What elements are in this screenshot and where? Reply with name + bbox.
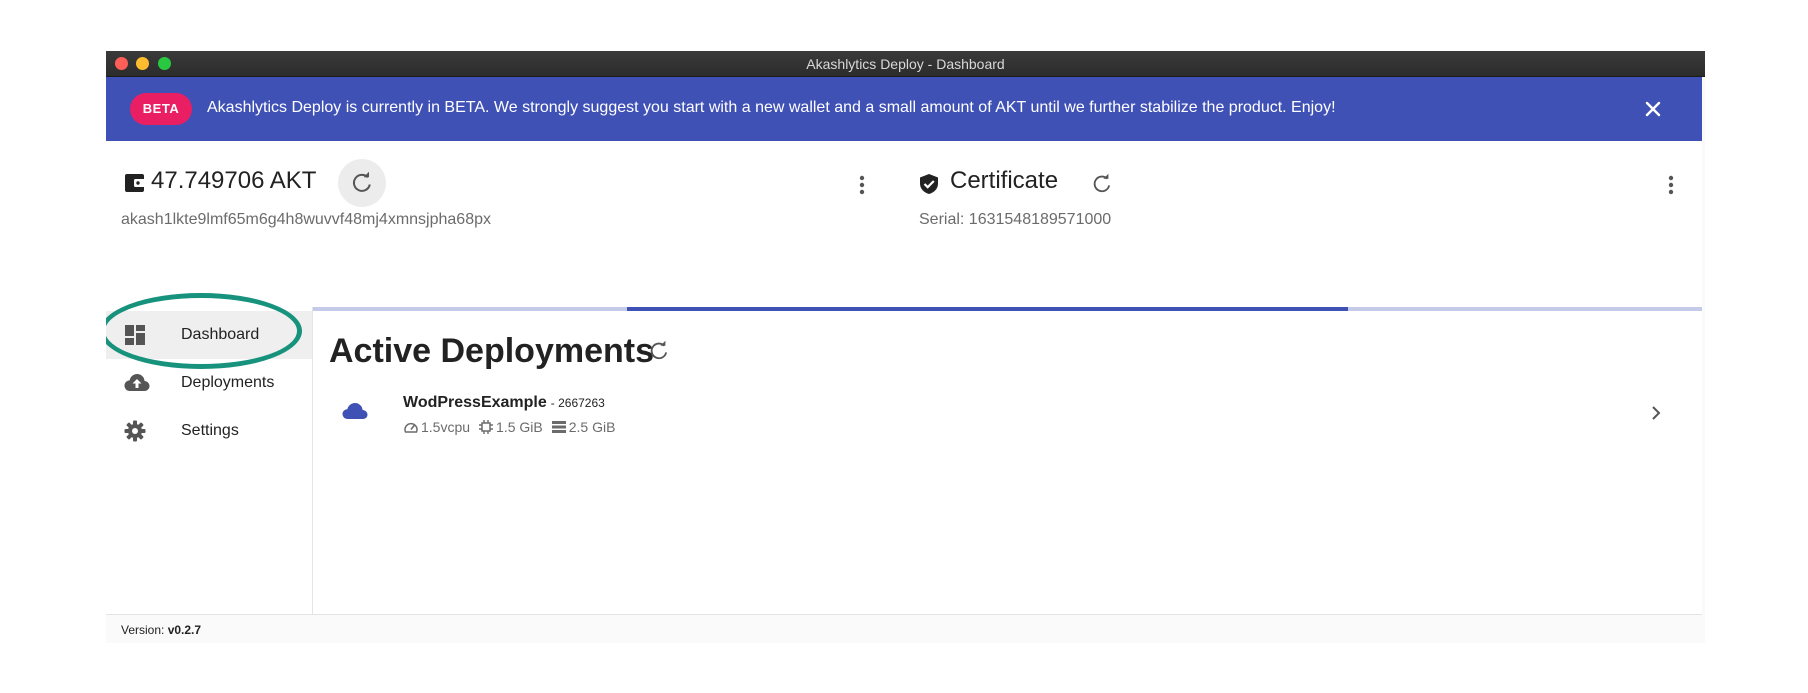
sidebar-item-dashboard[interactable]: Dashboard	[106, 311, 312, 359]
page-title: Active Deployments	[329, 332, 654, 370]
deployment-title: WodPressExample	[403, 394, 547, 411]
more-vert-icon	[1668, 175, 1674, 195]
loading-progress-bar	[313, 307, 1702, 311]
title-bar[interactable]: Akashlytics Deploy - Dashboard	[106, 51, 1705, 77]
certificate-serial: Serial: 1631548189571000	[919, 211, 1112, 228]
banner-close-button[interactable]	[1638, 94, 1668, 124]
wallet-refresh-button[interactable]	[338, 159, 386, 207]
deployment-name: WodPressExample - 2667263	[403, 394, 605, 412]
deployments-refresh-button[interactable]	[648, 340, 670, 367]
account-header: 47.749706 AKT akash1lkte9lmf65m6g4h8wuvv…	[106, 141, 1702, 307]
wallet-icon	[124, 173, 146, 198]
main-content: Active Deployments WodPressExample - 2667…	[313, 307, 1702, 614]
sidebar-item-label: Deployments	[181, 374, 275, 391]
version-info: Version: v0.2.7	[121, 623, 201, 637]
storage-spec: 2.5 GiB	[551, 419, 616, 435]
beta-banner: BETA Akashlytics Deploy is currently in …	[106, 77, 1702, 141]
memory-value: 1.5 GiB	[496, 419, 543, 435]
wallet-balance: 47.749706 AKT	[151, 167, 317, 194]
footer: Version: v0.2.7	[106, 614, 1702, 643]
deployment-list-item[interactable]: WodPressExample - 2667263 1.5vcpu 1.5 GiB	[313, 379, 1702, 447]
app-window: Akashlytics Deploy - Dashboard BETA Akas…	[106, 51, 1705, 643]
wallet-address: akash1lkte9lmf65m6g4h8wuvvf48mj4xmnsjpha…	[121, 211, 491, 228]
sidebar-item-label: Dashboard	[181, 326, 260, 343]
loading-progress-fill	[626, 307, 1348, 311]
version-label: Version:	[121, 623, 168, 637]
verified-shield-icon	[919, 173, 939, 200]
certificate-refresh-button[interactable]	[1091, 173, 1113, 200]
cpu-spec: 1.5vcpu	[403, 419, 470, 435]
refresh-icon	[353, 171, 371, 192]
memory-chip-icon	[479, 420, 494, 434]
cpu-value: 1.5vcpu	[421, 419, 471, 435]
sidebar-nav: Dashboard Deployments Settings	[106, 307, 313, 614]
window-title: Akashlytics Deploy - Dashboard	[806, 56, 1005, 72]
cloud-upload-icon	[124, 372, 150, 399]
close-icon	[1645, 101, 1661, 117]
refresh-icon	[650, 340, 668, 360]
gear-icon	[124, 420, 146, 447]
storage-icon	[551, 421, 566, 433]
sidebar-item-label: Settings	[181, 422, 239, 439]
memory-spec: 1.5 GiB	[478, 419, 543, 435]
beta-banner-message: Akashlytics Deploy is currently in BETA.…	[207, 99, 1336, 116]
beta-badge: BETA	[130, 93, 192, 125]
deployment-dseq: - 2667263	[550, 396, 605, 410]
wallet-more-button[interactable]	[850, 169, 874, 201]
speedometer-icon	[404, 422, 418, 433]
refresh-icon	[1093, 173, 1111, 193]
cloud-icon	[342, 402, 368, 425]
more-vert-icon	[859, 175, 865, 195]
sidebar-item-settings[interactable]: Settings	[106, 407, 312, 455]
certificate-more-button[interactable]	[1659, 169, 1683, 201]
certificate-title: Certificate	[950, 167, 1059, 194]
storage-value: 2.5 GiB	[568, 419, 616, 435]
dashboard-icon	[124, 324, 146, 351]
chevron-right-icon	[1648, 401, 1664, 430]
sidebar-item-deployments[interactable]: Deployments	[106, 359, 312, 407]
version-number: v0.2.7	[167, 623, 202, 637]
deployment-specs: 1.5vcpu 1.5 GiB 2.5 GiB	[403, 419, 623, 435]
